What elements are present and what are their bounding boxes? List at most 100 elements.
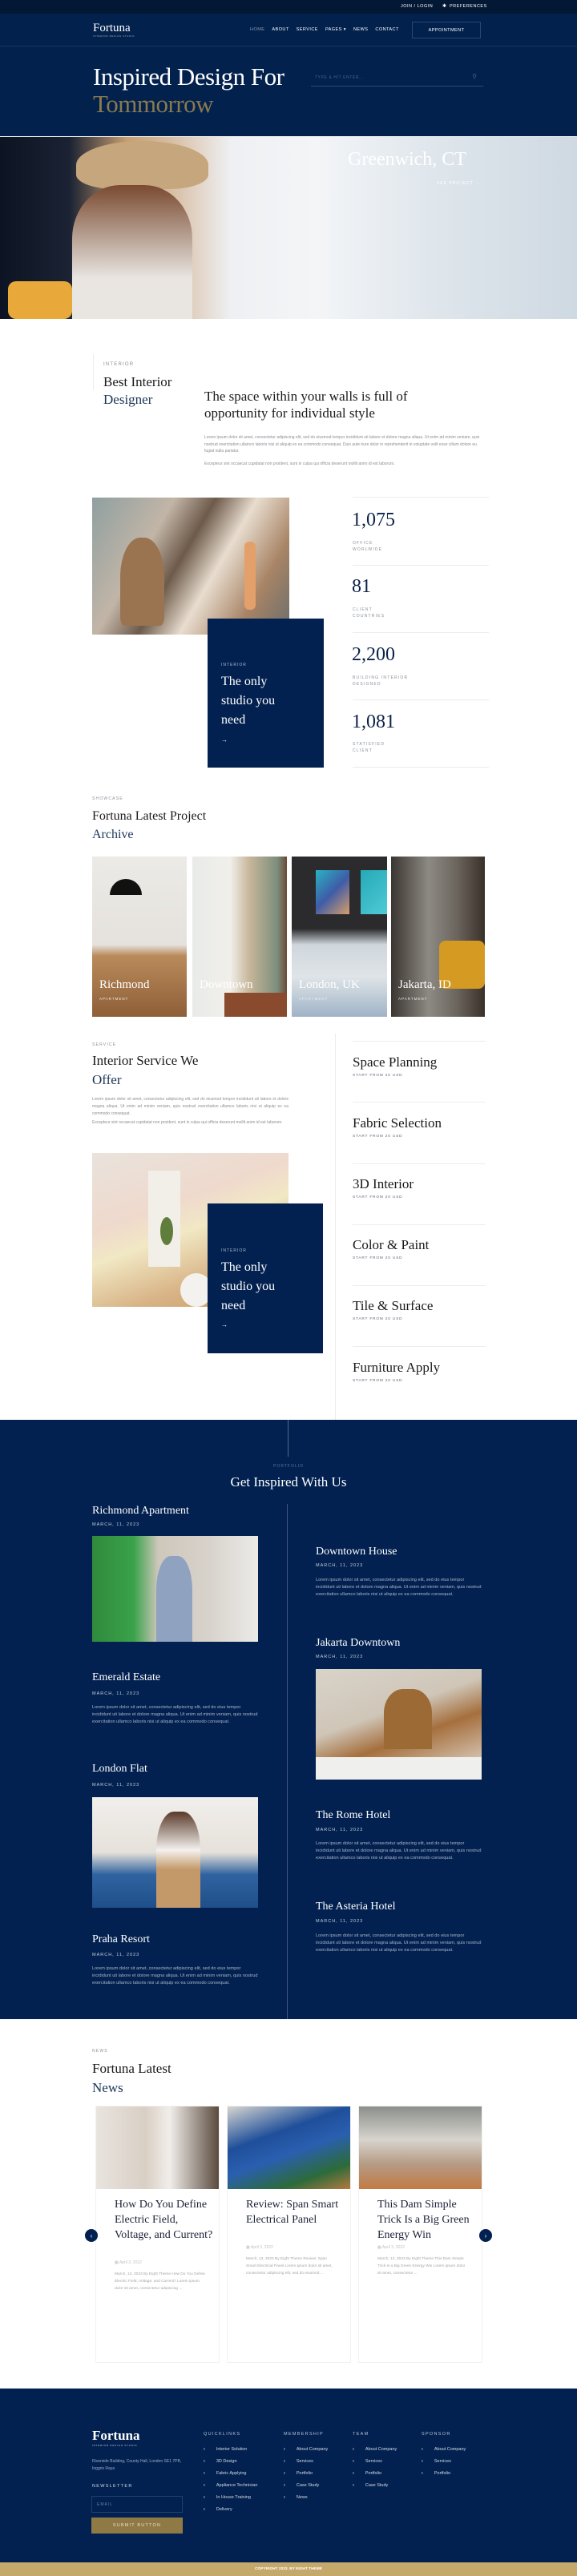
news-excerpt: March, 13, 2023 By Eight Theme How Do Yo… [115, 2272, 205, 2291]
news-title[interactable]: Review: Span Smart Electrical Panel [246, 2197, 346, 2227]
submit-button[interactable]: SUBMIT BUTTON [91, 2518, 183, 2534]
service-divider [335, 1034, 336, 1420]
chevron-right-icon: › [284, 2495, 285, 2500]
header [0, 0, 577, 136]
portfolio-item-date: MARCH, 11, 2023 [316, 1919, 364, 1924]
search-icon[interactable]: ⚲ [472, 73, 477, 80]
join-login-link[interactable]: JOIN / LOGIN [401, 4, 433, 9]
service-item-color-paint[interactable]: Color & Paint START FROM 20 USD [353, 1237, 429, 1260]
footer-link[interactable]: › Interior Solution [204, 2447, 257, 2459]
service-paragraph-1: Lorem ipsum dolor sit amet, consectetur … [92, 1097, 288, 1116]
footer-logo-tagline: INTERIOR DESIGN STUDIO [92, 2444, 138, 2447]
arrow-right-icon[interactable]: → [221, 1321, 228, 1328]
project-name: London, UK [299, 978, 360, 991]
footer-link[interactable]: › Case Study [353, 2483, 397, 2495]
footer-link[interactable]: › Appliance Technician [204, 2483, 257, 2495]
project-card-downtown[interactable]: Downtown HOUSE [192, 857, 287, 1017]
stat-divider [353, 497, 489, 498]
portfolio-item-title[interactable]: London Flat [92, 1763, 147, 1776]
footer-link[interactable]: › Delivery [204, 2507, 257, 2519]
news-card[interactable]: How Do You Define Electric Field, Voltag… [95, 2106, 220, 2363]
news-title[interactable]: How Do You Define Electric Field, Voltag… [115, 2197, 215, 2243]
service-name: Fabric Selection [353, 1115, 442, 1131]
service-item-tile-surface[interactable]: Tile & Surface START FROM 20 USD [353, 1298, 433, 1321]
footer-link[interactable]: › Case Study [284, 2483, 328, 2495]
service-divider-line [353, 1285, 486, 1286]
portfolio-item-title[interactable]: Richmond Apartment [92, 1505, 189, 1518]
portfolio-item-title[interactable]: Praha Resort [92, 1933, 150, 1946]
project-card-london[interactable]: London, UK APARTMENT [292, 857, 387, 1017]
see-project-link[interactable]: SEE PROJECT → [437, 181, 480, 186]
footer-link[interactable]: › Portfolio [284, 2471, 328, 2483]
service-name: Space Planning [353, 1054, 438, 1070]
service-item-furniture-apply[interactable]: Furniture Apply START FROM 20 USD [353, 1360, 440, 1383]
chevron-right-icon: › [353, 2447, 354, 2452]
portfolio-item-text: Lorem ipsum dolor sit amet, consectetur … [316, 1578, 482, 1597]
project-card-jakarta[interactable]: Jakarta, ID APARTMENT [391, 857, 485, 1017]
footer-link[interactable]: › About Company [422, 2447, 466, 2459]
footer-logo[interactable]: Fortuna [92, 2428, 140, 2444]
chevron-right-icon: › [353, 2459, 354, 2464]
service-item-3d-interior[interactable]: 3D Interior START FROM 20 USD [353, 1176, 414, 1199]
nav-contact[interactable]: CONTACT [375, 27, 398, 32]
footer-link[interactable]: › 3D Design [204, 2459, 257, 2471]
news-title[interactable]: This Dam Simple Trick Is a Big Green Ene… [377, 2197, 478, 2243]
news-image [359, 2106, 482, 2189]
intro-accent-line [93, 354, 94, 390]
footer-link[interactable]: › Portfolio [422, 2471, 466, 2483]
newsletter-email-input[interactable]: EMAIL [91, 2496, 183, 2513]
footer-link[interactable]: › Services [353, 2459, 397, 2471]
studio-card-title: The only studio you need [221, 1260, 276, 1312]
footer-link[interactable]: › Services [422, 2459, 466, 2471]
footer-link[interactable]: › News [284, 2495, 328, 2507]
portfolio-item-title[interactable]: Emerald Estate [92, 1671, 160, 1684]
portfolio-item-date: MARCH, 11, 2023 [316, 1563, 364, 1568]
hero-hat [76, 141, 208, 189]
service-name: Tile & Surface [353, 1298, 434, 1313]
search-input[interactable]: TYPE & HIT ENTER... ⚲ [311, 69, 483, 87]
footer-link[interactable]: › In House Training [204, 2495, 257, 2507]
service-price: START FROM 20 USD [353, 1135, 403, 1139]
footer-link-label: Services [296, 2459, 313, 2464]
logo[interactable]: Fortuna [93, 22, 131, 35]
portfolio-item-title[interactable]: Jakarta Downtown [316, 1637, 400, 1650]
arrow-right-icon[interactable]: → [221, 736, 228, 744]
email-placeholder: EMAIL [97, 2502, 114, 2507]
stat-label: CLIENT COUNTRIES [353, 607, 385, 619]
service-item-fabric-selection[interactable]: Fabric Selection START FROM 20 USD [353, 1115, 442, 1139]
footer-link[interactable]: › About Company [353, 2447, 397, 2459]
footer-link[interactable]: › Services [284, 2459, 328, 2471]
project-type: APARTMENT [299, 997, 329, 1001]
portfolio-item-title[interactable]: The Asteria Hotel [316, 1901, 396, 1913]
studio-card[interactable]: INTERIOR The only studio you need → [208, 1203, 323, 1353]
service-item-space-planning[interactable]: Space Planning START FROM 20 USD [353, 1054, 437, 1078]
footer-link[interactable]: › Fabric Applying [204, 2471, 257, 2483]
footer-link-label: Interior Solution [216, 2447, 248, 2452]
nav-about[interactable]: ABOUT [272, 27, 288, 32]
portfolio-item-title[interactable]: The Rome Hotel [316, 1809, 390, 1822]
carousel-prev-button[interactable]: ‹ [85, 2229, 98, 2242]
nav-news[interactable]: NEWS [353, 27, 368, 32]
footer-link[interactable]: › About Company [284, 2447, 328, 2459]
nav-home[interactable]: HOME [250, 27, 264, 32]
nav-service[interactable]: SERVICE [297, 27, 318, 32]
footer-link-label: About Company [365, 2447, 397, 2452]
news-card[interactable]: Review: Span Smart Electrical Panel ▦ Ap… [227, 2106, 351, 2363]
nav-pages[interactable]: PAGES ▾ [325, 27, 346, 32]
news-card[interactable]: This Dam Simple Trick Is a Big Green Ene… [358, 2106, 482, 2363]
appointment-button[interactable]: APPOINTMENT [412, 22, 481, 38]
project-card-richmond[interactable]: Richmond APARTMENT [92, 857, 187, 1017]
footer-link[interactable]: › Portfolio [353, 2471, 397, 2483]
footer-column-title: MEMBERSHIP [284, 2432, 324, 2437]
showcase-label: SHOWCASE [92, 796, 123, 801]
portfolio-item-date: MARCH, 11, 2023 [92, 1783, 140, 1788]
studio-card-title: The only studio you need [221, 675, 276, 727]
preferences-link[interactable]: PREFERENCES [450, 4, 487, 9]
carousel-next-button[interactable]: › [479, 2229, 492, 2242]
news-image [96, 2106, 219, 2189]
studio-card[interactable]: INTERIOR The only studio you need → [208, 619, 324, 768]
plant [160, 1217, 173, 1245]
portfolio-item-title[interactable]: Downtown House [316, 1546, 397, 1558]
service-price: START FROM 20 USD [353, 1317, 403, 1321]
sofa [224, 993, 287, 1017]
